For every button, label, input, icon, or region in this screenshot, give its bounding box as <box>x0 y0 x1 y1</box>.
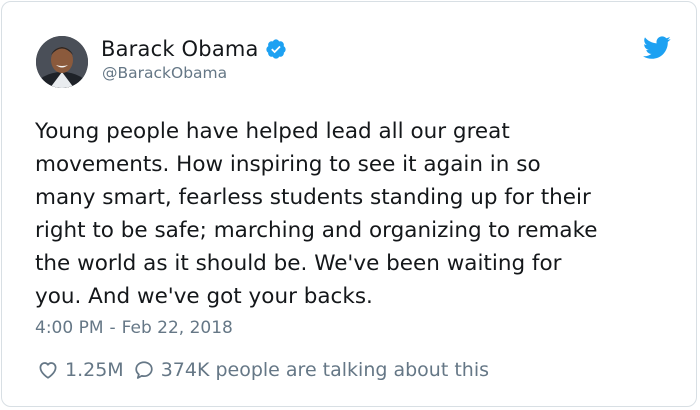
avatar[interactable] <box>36 36 88 88</box>
tweet-text: Young people have helped lead all our gr… <box>35 119 598 309</box>
tweet-card: Barack Obama @BarackObama Young people h… <box>1 1 697 407</box>
twitter-bird-icon[interactable] <box>643 36 671 60</box>
tweet-stats: 1.25M 374K people are talking about this <box>37 356 489 384</box>
tweet-date: Feb 22, 2018 <box>121 318 233 338</box>
likes-count[interactable]: 1.25M <box>65 359 124 381</box>
heart-outline-icon[interactable] <box>37 359 59 381</box>
tweet-time: 4:00 PM <box>35 318 104 338</box>
talking-count[interactable]: 374K people are talking about this <box>161 359 489 381</box>
author-name[interactable]: Barack Obama <box>101 37 259 61</box>
author-name-row: Barack Obama <box>101 34 287 64</box>
tweet-timestamp[interactable]: 4:00 PM - Feb 22, 2018 <box>35 318 233 338</box>
speech-bubble-icon[interactable] <box>133 359 155 381</box>
author-handle[interactable]: @BarackObama <box>102 64 227 82</box>
timestamp-separator: - <box>109 318 116 338</box>
profile-photo <box>36 36 88 88</box>
verified-badge-icon <box>265 38 287 60</box>
